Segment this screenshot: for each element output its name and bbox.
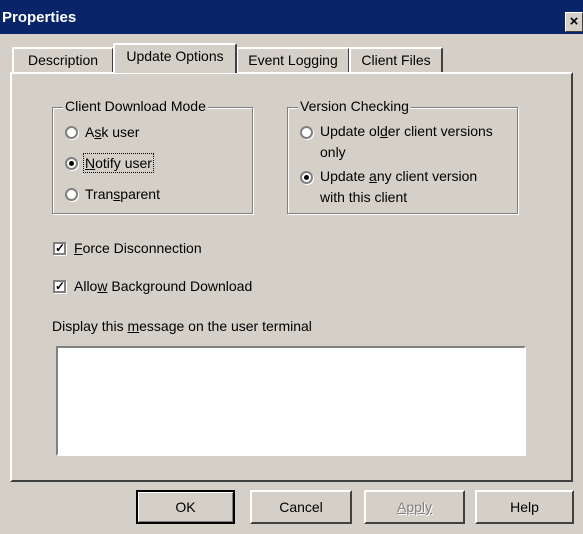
- radio-label: Notify user: [83, 153, 154, 173]
- radio-button[interactable]: [300, 126, 313, 139]
- message-textarea[interactable]: [56, 346, 526, 456]
- version-checking-group: Version Checking Update older client ver…: [287, 98, 518, 214]
- apply-button[interactable]: Apply: [364, 490, 465, 524]
- tab-client-files[interactable]: Client Files: [349, 47, 443, 73]
- radio-notify-user[interactable]: Notify user: [65, 153, 154, 173]
- cancel-button[interactable]: Cancel: [250, 490, 352, 524]
- radio-label: Transparent: [85, 186, 160, 202]
- checkbox[interactable]: ✓: [53, 280, 66, 293]
- radio-update-older-only[interactable]: Update older client versions only: [300, 123, 493, 163]
- version-checking-legend: Version Checking: [298, 98, 411, 114]
- checkbox-label: Allow Background Download: [74, 278, 253, 294]
- close-icon[interactable]: ×: [565, 12, 583, 32]
- radio-label: Update any client version with this clie…: [320, 168, 478, 205]
- tab-update-options[interactable]: Update Options: [113, 43, 237, 73]
- radio-button[interactable]: [65, 126, 78, 139]
- client-download-mode-group: Client Download Mode Ask user Notify use…: [52, 98, 253, 214]
- window-title: Properties: [2, 9, 77, 26]
- radio-button-selected[interactable]: [300, 171, 313, 184]
- radio-update-any-version[interactable]: Update any client version with this clie…: [300, 168, 478, 208]
- client-download-mode-legend: Client Download Mode: [63, 98, 208, 114]
- radio-transparent[interactable]: Transparent: [65, 186, 160, 202]
- ok-button[interactable]: OK: [136, 490, 235, 524]
- checkbox-label: Force Disconnection: [74, 240, 202, 256]
- radio-button-selected[interactable]: [65, 157, 78, 170]
- radio-label: Update older client versions only: [320, 123, 493, 160]
- radio-label: Ask user: [85, 124, 140, 140]
- checkbox-allow-background-download[interactable]: ✓ Allow Background Download: [53, 278, 252, 294]
- radio-ask-user[interactable]: Ask user: [65, 124, 139, 140]
- tab-event-logging[interactable]: Event Logging: [236, 47, 350, 73]
- properties-dialog: Properties × Description Update Options …: [0, 0, 583, 534]
- help-button[interactable]: Help: [475, 490, 574, 524]
- message-label: Display this message on the user termina…: [52, 318, 312, 334]
- radio-button[interactable]: [65, 188, 78, 201]
- tab-description[interactable]: Description: [12, 47, 114, 73]
- title-bar: Properties ×: [0, 0, 583, 34]
- checkbox-force-disconnection[interactable]: ✓ Force Disconnection: [53, 240, 202, 256]
- checkbox[interactable]: ✓: [53, 242, 66, 255]
